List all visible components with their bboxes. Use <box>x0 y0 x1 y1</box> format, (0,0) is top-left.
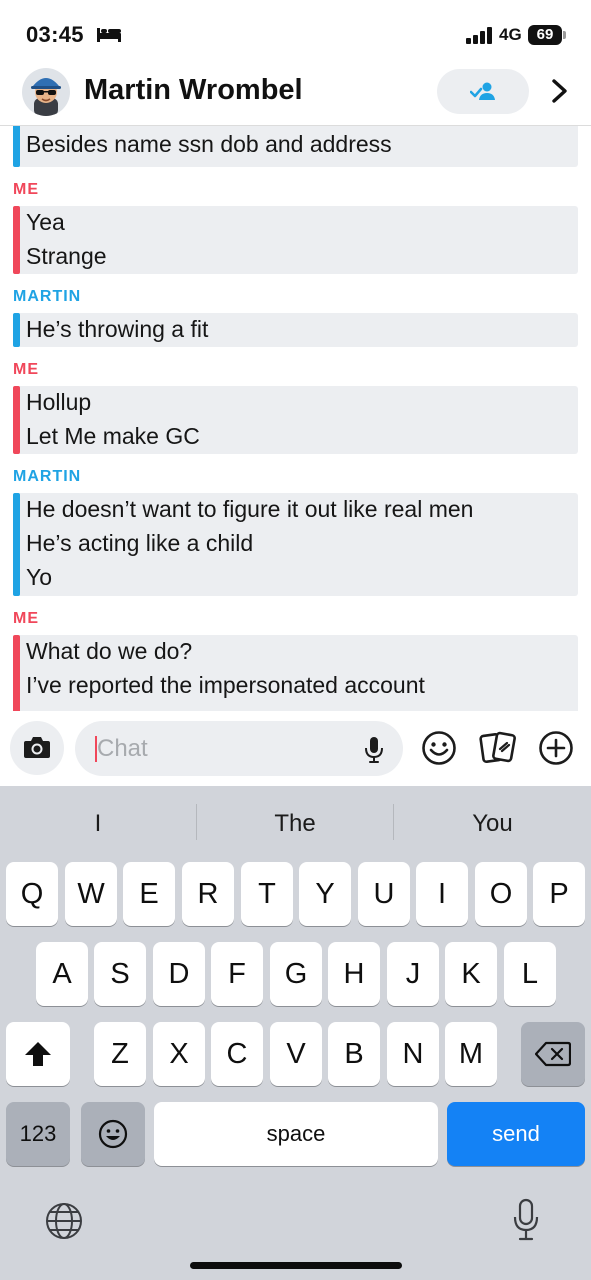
key-b[interactable]: B <box>328 1022 380 1086</box>
suggestion-item[interactable]: You <box>394 806 591 842</box>
battery-level: 69 <box>536 26 554 43</box>
globe-icon[interactable] <box>45 1202 83 1240</box>
sender-accent-bar <box>13 313 20 347</box>
key-v[interactable]: V <box>270 1022 322 1086</box>
cards-icon[interactable] <box>479 730 517 766</box>
message-text: I’ve reported the impersonated account <box>26 672 425 698</box>
contact-name[interactable]: Martin Wrombel <box>84 74 303 107</box>
key-d[interactable]: D <box>153 942 205 1006</box>
emoji-icon[interactable] <box>421 730 457 766</box>
message-bubble[interactable]: He doesn’t want to figure it out like re… <box>13 493 578 596</box>
message-bubble[interactable]: What do we do? I’ve reported the imperso… <box>13 635 578 711</box>
message-text: He doesn’t want to figure it out like re… <box>26 496 474 522</box>
message-bubble[interactable]: Hollup Let Me make GC <box>13 386 578 454</box>
keyboard: I The You Q W E R T Y U I O P A S D F G … <box>0 786 591 1280</box>
status-bar: 03:45 4G 69 <box>0 0 591 62</box>
key-q[interactable]: Q <box>6 862 58 926</box>
key-t[interactable]: T <box>241 862 293 926</box>
dictation-icon[interactable] <box>512 1198 540 1242</box>
key-y[interactable]: Y <box>299 862 351 926</box>
home-indicator <box>190 1262 402 1269</box>
bed-icon <box>97 28 121 42</box>
suggestion-item[interactable]: The <box>197 806 393 842</box>
key-e[interactable]: E <box>123 862 175 926</box>
backspace-icon <box>535 1041 571 1067</box>
suggestion-item[interactable]: I <box>0 806 196 842</box>
message-bubble[interactable]: Besides name ssn dob and address <box>13 126 578 167</box>
shift-key[interactable] <box>6 1022 70 1086</box>
chat-header: Martin Wrombel <box>0 62 591 126</box>
key-f[interactable]: F <box>211 942 263 1006</box>
message-list[interactable]: Besides name ssn dob and address ME Yea … <box>0 126 591 711</box>
message-text: Let Me make GC <box>26 423 200 449</box>
sender-accent-bar <box>13 493 20 596</box>
key-g[interactable]: G <box>270 942 322 1006</box>
friend-added-icon <box>470 82 495 100</box>
message-bubble[interactable]: Yea Strange <box>13 206 578 274</box>
key-i[interactable]: I <box>416 862 468 926</box>
camera-icon <box>24 737 50 758</box>
plus-icon[interactable] <box>538 730 574 766</box>
key-z[interactable]: Z <box>94 1022 146 1086</box>
message-text: What do we do? <box>26 638 193 664</box>
key-c[interactable]: C <box>211 1022 263 1086</box>
message-text: Yo <box>26 564 53 590</box>
send-key[interactable]: send <box>447 1102 585 1166</box>
chat-input[interactable]: Chat <box>75 721 403 776</box>
battery-icon: 69 <box>528 25 566 45</box>
camera-button[interactable] <box>10 721 64 775</box>
sender-accent-bar <box>13 206 20 274</box>
key-w[interactable]: W <box>65 862 117 926</box>
key-l[interactable]: L <box>504 942 556 1006</box>
sender-label: ME <box>13 361 39 378</box>
key-p[interactable]: P <box>533 862 585 926</box>
sender-accent-bar <box>13 635 20 711</box>
sender-label: ME <box>13 610 39 627</box>
sender-label: MARTIN <box>13 468 82 485</box>
emoji-key[interactable] <box>81 1102 145 1166</box>
message-text: Strange <box>26 243 107 269</box>
sender-accent-bar <box>13 126 20 167</box>
key-r[interactable]: R <box>182 862 234 926</box>
sender-label: MARTIN <box>13 288 82 305</box>
message-text: Yea <box>26 209 65 235</box>
key-a[interactable]: A <box>36 942 88 1006</box>
key-o[interactable]: O <box>475 862 527 926</box>
network-label: 4G <box>499 25 522 44</box>
message-text: He’s throwing a fit <box>26 316 209 342</box>
sender-label: ME <box>13 181 39 198</box>
key-x[interactable]: X <box>153 1022 205 1086</box>
numbers-key[interactable]: 123 <box>6 1102 70 1166</box>
emoji-key-icon <box>98 1119 128 1149</box>
key-h[interactable]: H <box>328 942 380 1006</box>
status-time: 03:45 <box>26 22 84 47</box>
message-text: Hollup <box>26 389 92 415</box>
key-m[interactable]: M <box>445 1022 497 1086</box>
signal-icon <box>466 27 492 44</box>
microphone-icon[interactable] <box>364 736 384 764</box>
key-k[interactable]: K <box>445 942 497 1006</box>
avatar[interactable] <box>22 68 70 116</box>
key-u[interactable]: U <box>358 862 410 926</box>
message-text: Besides name ssn dob and address <box>26 131 392 157</box>
space-key[interactable]: space <box>154 1102 438 1166</box>
key-s[interactable]: S <box>94 942 146 1006</box>
message-bubble[interactable]: He’s throwing a fit <box>13 313 578 347</box>
shift-icon <box>25 1042 51 1066</box>
key-n[interactable]: N <box>387 1022 439 1086</box>
key-j[interactable]: J <box>387 942 439 1006</box>
backspace-key[interactable] <box>521 1022 585 1086</box>
chat-placeholder: Chat <box>97 735 148 762</box>
chevron-right-icon[interactable] <box>548 78 570 104</box>
chat-input-bar: Chat <box>0 711 591 786</box>
message-text: He’s acting like a child <box>26 530 254 556</box>
friend-status-button[interactable] <box>437 69 529 114</box>
sender-accent-bar <box>13 386 20 454</box>
